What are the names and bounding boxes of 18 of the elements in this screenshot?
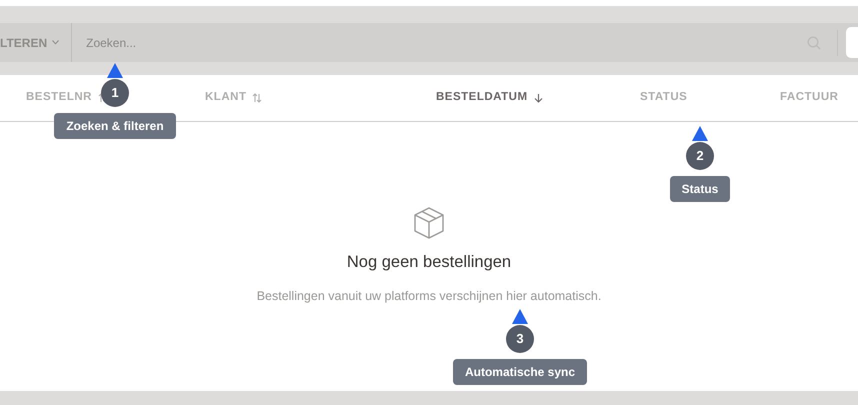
empty-state-title: Nog geen bestellingen <box>346 252 512 273</box>
sort-descending-icon[interactable] <box>534 93 543 103</box>
step-number: 1 <box>101 79 129 107</box>
column-header[interactable]: FACTUUR <box>780 89 838 107</box>
chevron-down-icon <box>52 40 60 45</box>
column-header[interactable]: BESTELDATUM <box>436 89 528 107</box>
empty-state-message: Bestellingen vanuit uw platforms verschijnen hier automatisch. <box>256 288 602 305</box>
column-header[interactable]: BESTELNR <box>26 89 92 107</box>
column-header[interactable]: KLANT <box>205 89 246 107</box>
column-header[interactable]: STATUS <box>640 89 688 107</box>
callout-label: Automatische sync <box>452 359 588 385</box>
box-icon <box>412 206 446 240</box>
step-number: 3 <box>506 325 534 353</box>
callout-label: Status <box>670 176 730 202</box>
search-icon <box>807 36 821 50</box>
search-input[interactable]: Zoeken... <box>84 32 807 52</box>
callout-label: Zoeken & filteren <box>54 113 176 139</box>
step-number: 2 <box>686 142 714 170</box>
